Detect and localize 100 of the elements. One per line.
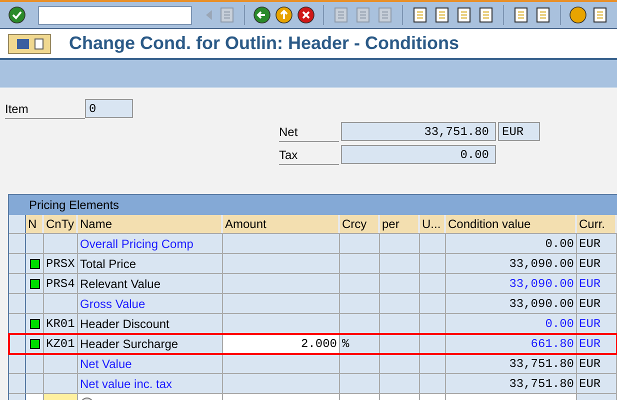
table-row[interactable]: Net Value 33,751.80 EUR [9, 354, 617, 374]
column-header[interactable]: Amount [223, 215, 340, 233]
column-header[interactable]: per [380, 215, 420, 233]
table-cell [340, 354, 380, 374]
table-cell: EUR [577, 254, 617, 274]
table-cell [420, 334, 446, 354]
table-cell [380, 254, 420, 274]
table-row[interactable]: Overall Pricing Comp 0.00 EUR [9, 234, 617, 254]
table-cell: 33,751.80 [446, 374, 577, 394]
table-row[interactable]: Gross Value 33,090.00 EUR [9, 294, 617, 314]
table-cell [420, 274, 446, 294]
table-cell: 33,751.80 [446, 354, 577, 374]
table-cell [420, 354, 446, 374]
table-title: Pricing Elements [9, 194, 617, 215]
table-cell [380, 354, 420, 374]
table-cell [44, 374, 78, 394]
row-selector[interactable] [9, 374, 26, 394]
table-cell: % [340, 334, 380, 354]
row-selector[interactable] [9, 354, 26, 374]
table-cell [340, 314, 380, 334]
table-cell [26, 294, 44, 314]
row-selector[interactable] [9, 314, 26, 334]
column-header[interactable]: Crcy [340, 215, 380, 233]
table-cell: PRS4 [44, 274, 78, 294]
screen-title: Change Cond. for Outlin: Header - Conditions [69, 32, 459, 55]
field-label: Net [279, 121, 339, 142]
table-cell [44, 294, 78, 314]
table-cell: 661.80 [446, 334, 577, 354]
exit-icon[interactable] [275, 6, 294, 24]
table-cell: 33,090.00 [446, 254, 577, 274]
table-cell: EUR [577, 274, 617, 294]
currency-field: EUR [498, 122, 540, 141]
row-selector[interactable] [9, 274, 26, 294]
table-cell: EUR [577, 354, 617, 374]
table-cell: Overall Pricing Comp [78, 234, 223, 254]
table-row[interactable]: PRS4 Relevant Value 33,090.00 EUR [9, 274, 617, 294]
table-cell: EUR [577, 374, 617, 394]
table-cell [340, 274, 380, 294]
select-all-button[interactable] [9, 215, 26, 233]
status-light [30, 318, 40, 328]
table-cell [380, 374, 420, 394]
back-icon[interactable] [253, 6, 272, 24]
selected-row[interactable]: KZ01 Header Surcharge 2.000 % 661.80 EUR [9, 334, 617, 354]
row-selector[interactable] [9, 254, 26, 274]
check-icon[interactable] [8, 6, 26, 24]
table-cell [340, 374, 380, 394]
amount-field: 33,751.80 [341, 122, 496, 141]
table-cell: 0.00 [446, 314, 577, 334]
table-cell [420, 374, 446, 394]
amount-field: 0.00 [341, 145, 496, 164]
table-cell: 33,090.00 [446, 274, 577, 294]
table-cell: EUR [577, 294, 617, 314]
item-field: 0 [85, 99, 133, 118]
status-light [30, 258, 40, 268]
table-cell: Header Discount [78, 314, 223, 334]
amount-input[interactable]: 2.000 [223, 334, 340, 354]
column-header[interactable]: Name [78, 215, 223, 233]
table-cell [340, 254, 380, 274]
table-cell [380, 274, 420, 294]
table-cell: Total Price [78, 254, 223, 274]
table-cell [380, 314, 420, 334]
column-header[interactable]: Condition value [446, 215, 577, 233]
table-cell [44, 354, 78, 374]
table-cell: KR01 [44, 314, 78, 334]
status-light [30, 278, 40, 288]
table-cell [26, 374, 44, 394]
column-header[interactable]: Curr. [577, 215, 617, 233]
field-label: Tax [279, 144, 339, 165]
menu-button[interactable] [8, 34, 51, 54]
table-cell [340, 294, 380, 314]
table-cell: EUR [577, 334, 617, 354]
cancel-icon[interactable] [297, 6, 316, 24]
table-cell: EUR [577, 314, 617, 334]
command-field[interactable] [38, 6, 192, 24]
row-selector[interactable] [9, 294, 26, 314]
table-cell: EUR [577, 234, 617, 254]
column-header[interactable]: U... [420, 215, 446, 233]
table-row[interactable]: KR01 Header Discount 0.00 EUR [9, 314, 617, 334]
row-selector[interactable] [9, 334, 26, 354]
table-cell [420, 254, 446, 274]
table-cell: 33,090.00 [446, 294, 577, 314]
table-cell: KZ01 [44, 334, 78, 354]
table-cell [420, 314, 446, 334]
table-cell: Gross Value [78, 294, 223, 314]
table-cell: 0.00 [446, 234, 577, 254]
table-cell [380, 334, 420, 354]
table-row[interactable]: Net value inc. tax 33,751.80 EUR [9, 374, 617, 394]
table-cell: Relevant Value [78, 274, 223, 294]
column-header[interactable]: N [26, 215, 44, 233]
table-cell [420, 294, 446, 314]
status-light [30, 338, 40, 348]
table-cell: Net Value [78, 354, 223, 374]
table-cell: Net value inc. tax [78, 374, 223, 394]
row-selector[interactable] [9, 234, 26, 254]
table-cell: Header Surcharge [78, 334, 223, 354]
table-cell [380, 294, 420, 314]
column-header[interactable]: CnTy [44, 215, 78, 233]
table-cell [26, 354, 44, 374]
table-cell: PRSX [44, 254, 78, 274]
table-row[interactable]: PRSX Total Price 33,090.00 EUR [9, 254, 617, 274]
